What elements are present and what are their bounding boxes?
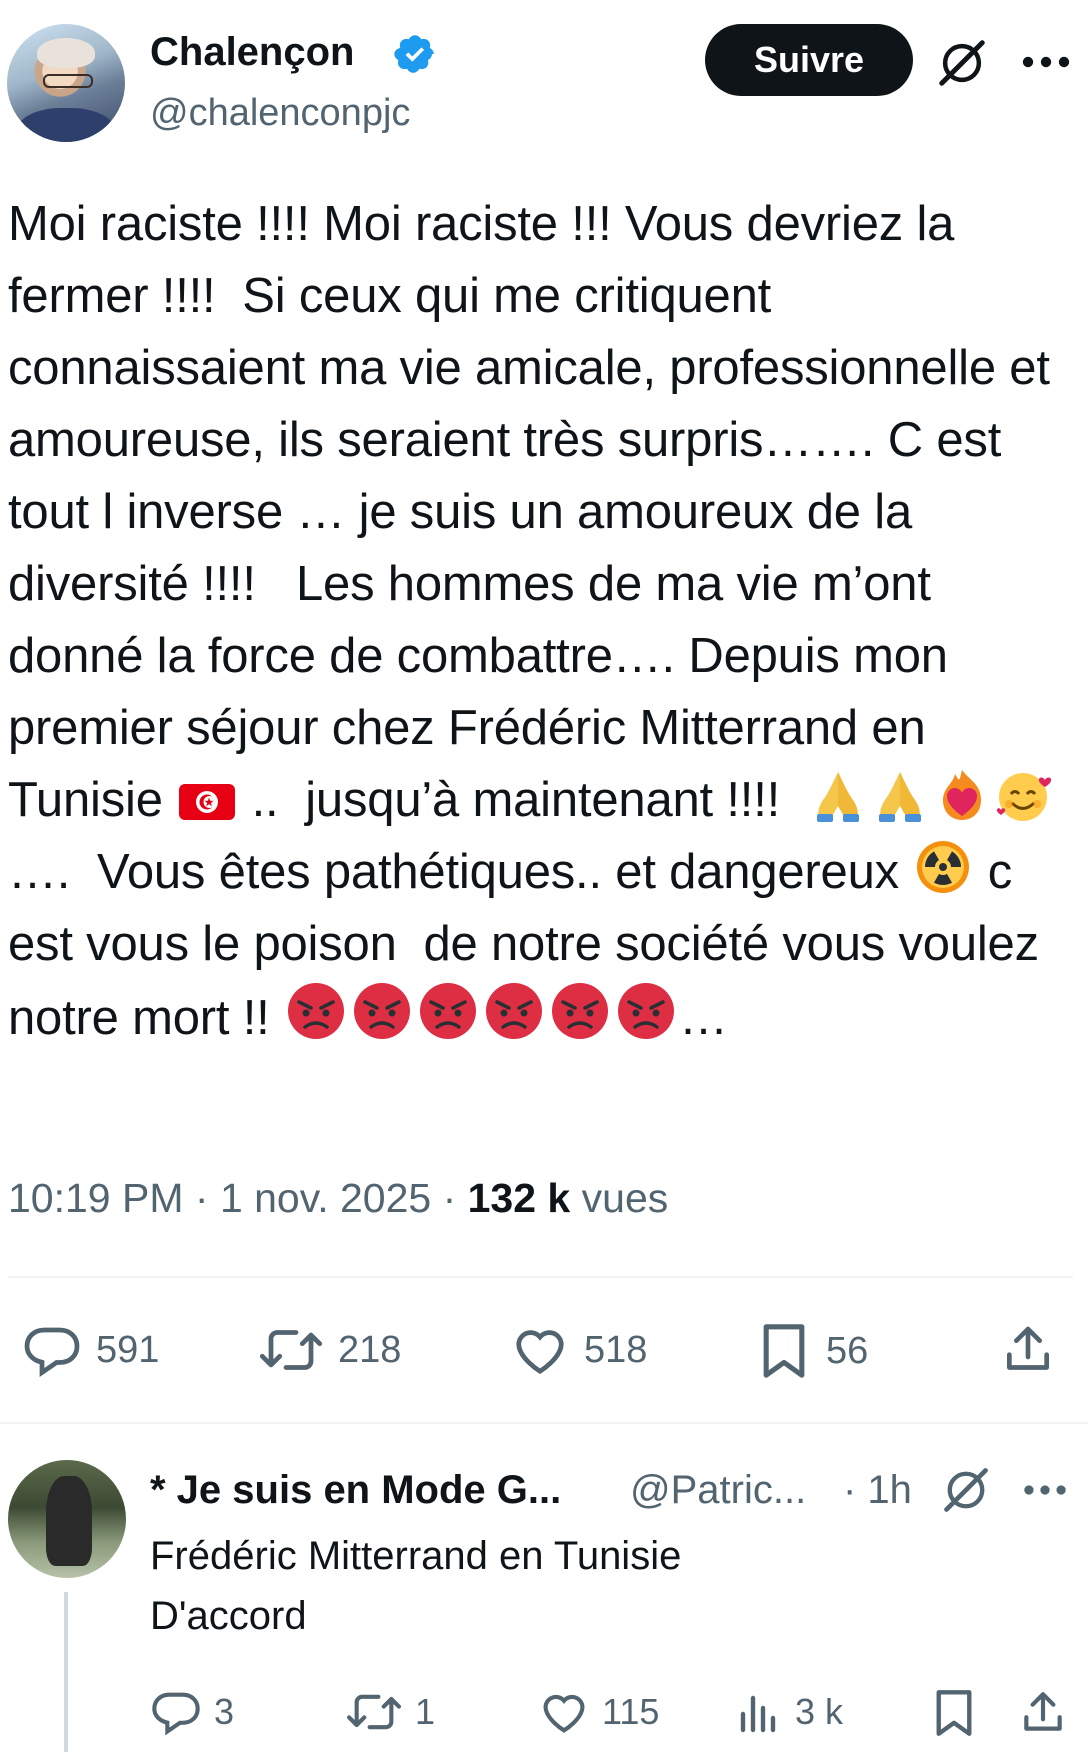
author-name[interactable]: Chalençon (150, 26, 354, 78)
reply-count: 591 (96, 1328, 160, 1371)
share-icon[interactable] (1000, 1320, 1056, 1380)
more-options-icon[interactable] (1020, 1470, 1070, 1510)
reply-text-line: D'accord (150, 1594, 307, 1638)
reply-button[interactable]: 591 (22, 1320, 159, 1380)
reply-views-button[interactable]: 3 k (735, 1686, 843, 1738)
pouting-face-icon (353, 983, 410, 1039)
tunisia-flag-icon (179, 784, 236, 820)
reply-text-line: Frédéric Mitterrand en Tunisie (150, 1534, 682, 1578)
reply-like-button[interactable]: 115 (538, 1686, 659, 1738)
pouting-face-icon (551, 983, 608, 1039)
reply-avatar[interactable] (8, 1460, 126, 1578)
thread-line (64, 1592, 68, 1752)
emoji-group (807, 770, 1059, 827)
heart-icon (543, 1694, 585, 1733)
reply-views-count: 3 k (795, 1691, 844, 1732)
bookmark-button[interactable]: 56 (756, 1320, 868, 1382)
views-count: 132 k (467, 1175, 571, 1221)
grok-icon[interactable] (935, 36, 989, 90)
tweet-text-part-2: .. jusqu’à maintenant !!!! (238, 773, 807, 827)
reply-text: Frédéric Mitterrand en Tunisie D'accord (150, 1526, 1050, 1646)
author-avatar[interactable] (7, 24, 125, 142)
retweet-button[interactable]: 218 (258, 1320, 401, 1380)
divider (0, 1422, 1088, 1424)
like-button[interactable]: 518 (510, 1320, 647, 1380)
bookmark-count: 56 (826, 1329, 869, 1372)
bookmark-icon (763, 1324, 805, 1378)
reply-retweet-button[interactable]: 1 (345, 1686, 435, 1738)
reply-icon (152, 1692, 200, 1736)
tweet-text-part-1: Moi raciste !!!! Moi raciste !!! Vous de… (8, 197, 1064, 827)
tweet-text: Moi raciste !!!! Moi raciste !!! Vous de… (8, 188, 1078, 1054)
retweet-icon (259, 1330, 323, 1370)
follow-button[interactable]: Suivre (705, 24, 913, 96)
pouting-face-icon (419, 983, 476, 1039)
smiling-face-with-hearts-icon (996, 773, 1051, 821)
bookmark-icon[interactable] (930, 1686, 978, 1740)
radioactive-icon (917, 841, 970, 893)
folded-hands-icon (816, 772, 859, 822)
reply-reply-button[interactable]: 3 (150, 1686, 234, 1738)
tweet-text-part-3: …. Vous êtes pathétiques.. et dangereux (8, 845, 913, 899)
reply-like-count: 115 (602, 1691, 660, 1732)
pouting-face-icon (617, 983, 674, 1039)
heart-on-fire-icon (942, 770, 981, 820)
author-handle[interactable]: @chalenconpjc (150, 88, 410, 138)
pouting-face-icon (485, 983, 542, 1039)
folded-hands-icon (878, 772, 921, 822)
reply-time[interactable]: · 1h (843, 1464, 912, 1516)
more-options-icon[interactable] (1018, 40, 1074, 84)
tweet-meta: 10:19 PM · 1 nov. 2025 · 132 k vues (8, 1175, 669, 1221)
angry-emoji-group (283, 983, 679, 1045)
retweet-count: 218 (338, 1328, 402, 1371)
heart-icon (516, 1330, 564, 1375)
views-chart-icon (740, 1695, 776, 1733)
pouting-face-icon (287, 983, 344, 1039)
divider (8, 1276, 1073, 1278)
views-label: vues (581, 1175, 669, 1221)
grok-icon[interactable] (940, 1464, 992, 1516)
share-icon[interactable] (1018, 1686, 1068, 1740)
verified-badge-icon (394, 35, 434, 73)
reply-icon (24, 1327, 80, 1378)
retweet-icon (347, 1694, 401, 1730)
tweet-time[interactable]: 10:19 PM (8, 1175, 184, 1221)
reply-retweet-count: 1 (415, 1691, 436, 1732)
reply-author-handle[interactable]: @Patric... (630, 1464, 806, 1516)
like-count: 518 (584, 1328, 648, 1371)
reply-reply-count: 3 (214, 1691, 235, 1732)
tweet-date[interactable]: 1 nov. 2025 (220, 1175, 431, 1221)
reply-author-name[interactable]: * Je suis en Mode G... (150, 1464, 561, 1516)
tweet-text-part-5: … (678, 991, 728, 1045)
